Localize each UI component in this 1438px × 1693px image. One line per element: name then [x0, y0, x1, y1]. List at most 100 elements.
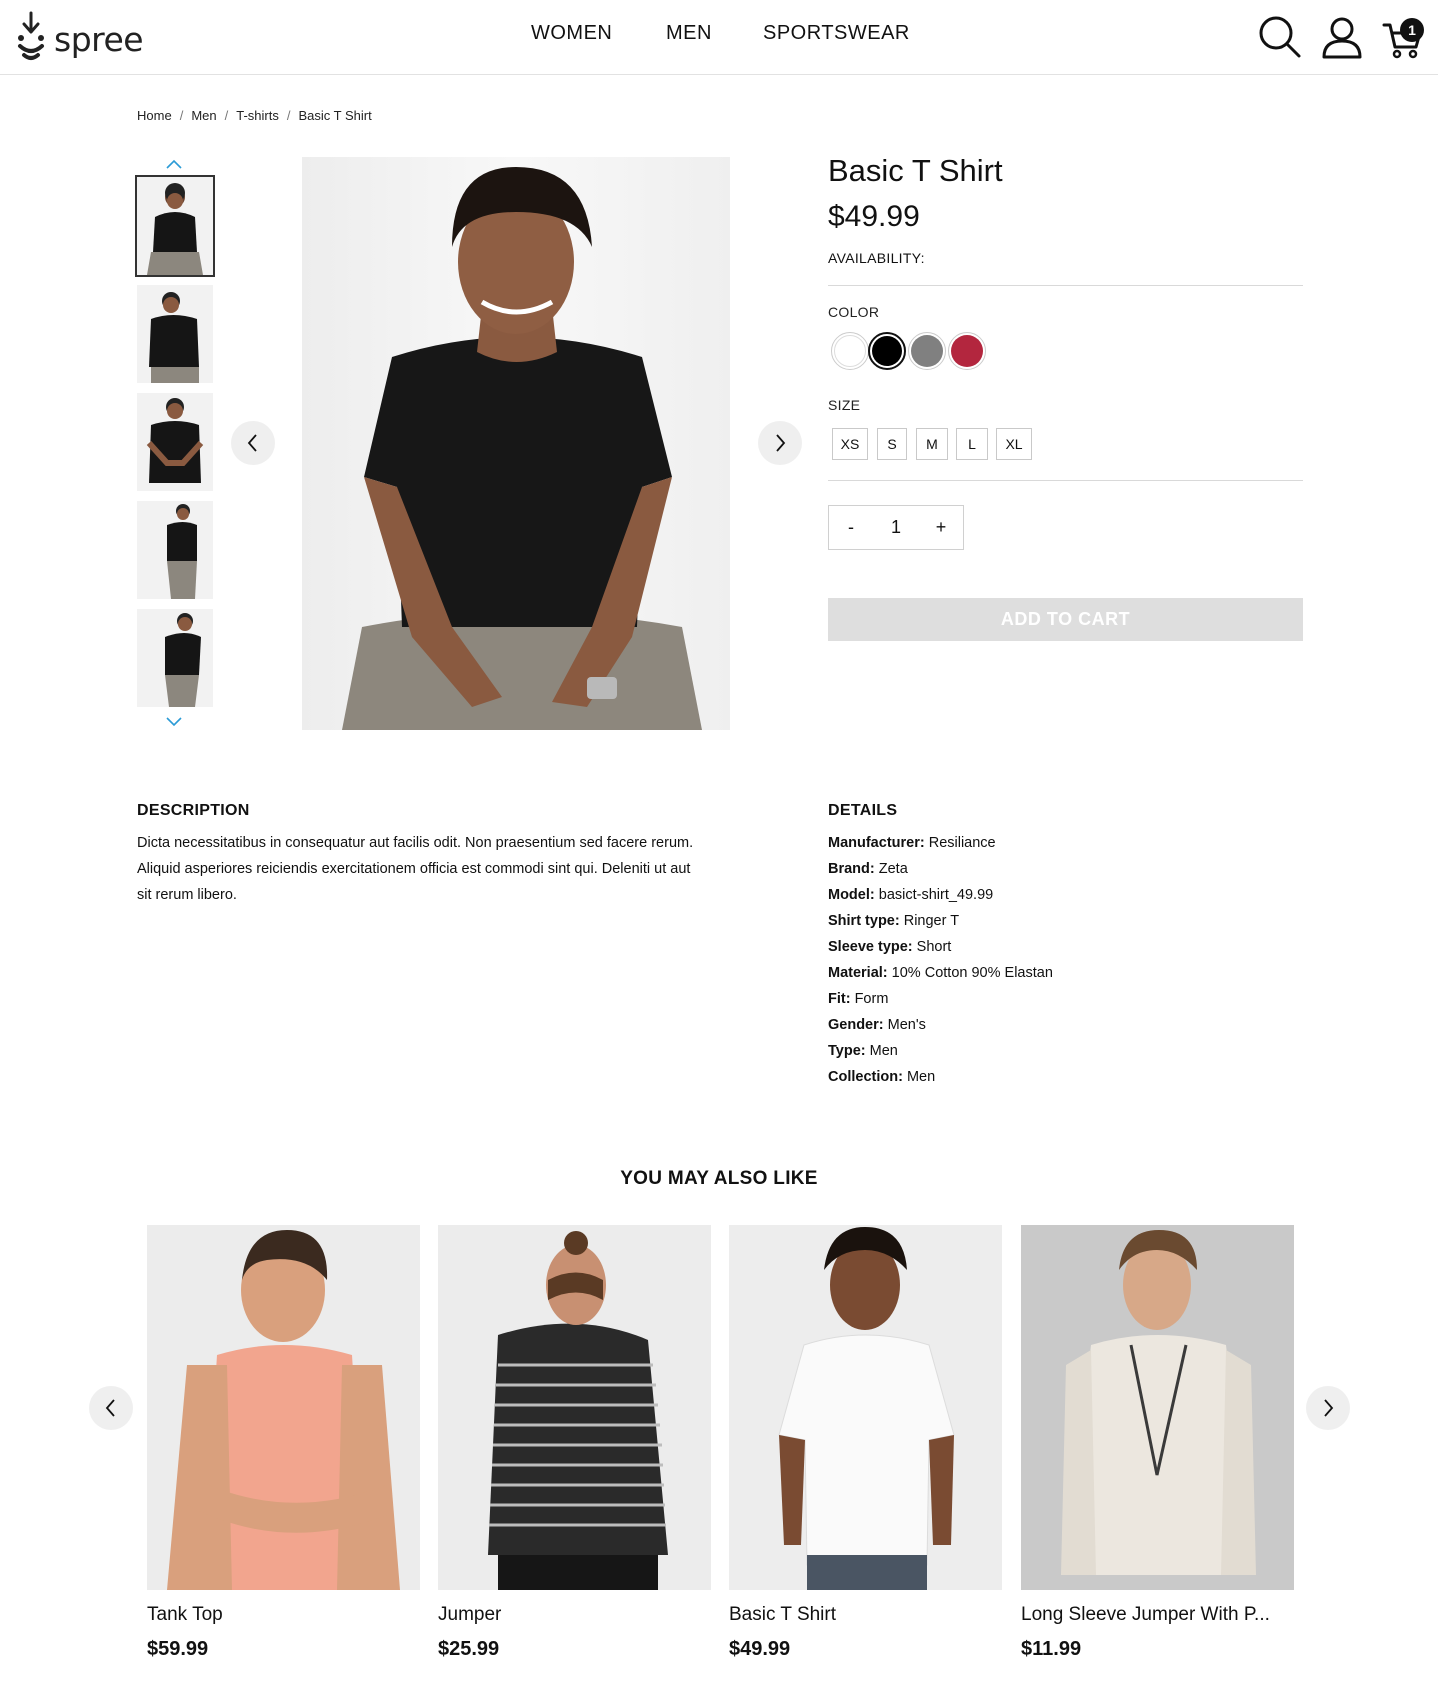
detail-value: 10% Cotton 90% Elastan	[891, 965, 1053, 981]
product-card-photo	[729, 1225, 1002, 1590]
product-card-long-sleeve-jumper[interactable]: Long Sleeve Jumper With P... $11.99	[1021, 1225, 1294, 1661]
carousel-prev-button[interactable]	[89, 1386, 133, 1430]
breadcrumb-tshirts[interactable]: T-shirts	[236, 108, 279, 123]
detail-row-gender: Gender: Men's	[828, 1012, 1053, 1038]
thumbnail-5[interactable]	[137, 609, 213, 707]
breadcrumb-current: Basic T Shirt	[298, 108, 372, 123]
product-card-basic-t-shirt[interactable]: Basic T Shirt $49.99	[729, 1225, 1002, 1661]
nav-men[interactable]: MEN	[666, 22, 726, 45]
product-card-jumper[interactable]: Jumper $25.99	[438, 1225, 711, 1661]
product-card-name: Basic T Shirt	[729, 1604, 837, 1625]
detail-row-collection: Collection: Men	[828, 1064, 1053, 1090]
description-heading: DESCRIPTION	[137, 802, 250, 819]
detail-value: Form	[854, 991, 889, 1007]
color-swatch-white[interactable]	[834, 335, 866, 367]
quantity-increase-button[interactable]: +	[919, 506, 963, 549]
detail-label: Fit:	[828, 991, 851, 1007]
product-price: $49.99	[828, 200, 920, 233]
product-card-name: Long Sleeve Jumper With P...	[1021, 1604, 1270, 1625]
product-card-image	[438, 1225, 711, 1590]
product-thumbnail-image	[137, 285, 213, 383]
detail-value: Short	[916, 939, 952, 955]
detail-row-sleeve-type: Sleeve type: Short	[828, 934, 1053, 960]
detail-label: Sleeve type:	[828, 939, 913, 955]
thumbnail-4[interactable]	[137, 501, 213, 599]
nav-women[interactable]: WOMEN	[531, 22, 631, 45]
detail-value: Resiliance	[928, 835, 996, 851]
detail-row-brand: Brand: Zeta	[828, 856, 1053, 882]
search-icon[interactable]	[1258, 15, 1302, 59]
image-prev-button[interactable]	[231, 421, 275, 465]
product-card-tank-top[interactable]: Tank Top $59.99	[147, 1225, 420, 1661]
product-card-image	[729, 1225, 1002, 1590]
thumbs-down-arrow-icon[interactable]	[164, 715, 184, 729]
product-card-photo	[438, 1225, 711, 1590]
details-heading: DETAILS	[828, 802, 898, 819]
breadcrumb-home[interactable]: Home	[137, 108, 172, 123]
chevron-right-icon	[776, 434, 786, 452]
product-thumbnail-image	[137, 177, 213, 275]
description-text: Dicta necessitatibus in consequatur aut …	[137, 835, 694, 903]
nav-sportswear[interactable]: SPORTSWEAR	[763, 22, 923, 45]
product-card-price: $49.99	[729, 1638, 791, 1660]
thumbnail-1[interactable]	[135, 175, 215, 277]
detail-value: Men	[906, 1069, 936, 1085]
carousel-next-button[interactable]	[1306, 1386, 1350, 1430]
detail-row-type: Type: Men	[828, 1038, 1053, 1064]
product-thumbnail-image	[137, 393, 213, 491]
thumbnail-2[interactable]	[137, 285, 213, 383]
detail-row-manufacturer: Manufacturer: Resiliance	[828, 830, 1053, 856]
detail-label: Gender:	[828, 1017, 884, 1033]
product-thumbnail-image	[137, 609, 213, 707]
size-option-xl[interactable]: XL	[996, 428, 1032, 460]
quantity-decrease-button[interactable]: -	[829, 506, 873, 549]
detail-row-fit: Fit: Form	[828, 986, 1053, 1012]
chevron-right-icon	[1324, 1399, 1334, 1417]
breadcrumb-men[interactable]: Men	[191, 108, 216, 123]
size-option-xs[interactable]: XS	[832, 428, 868, 460]
account-icon[interactable]	[1320, 15, 1364, 59]
logo-text: spree	[54, 19, 144, 59]
divider	[828, 285, 1303, 286]
color-swatch-red[interactable]	[951, 335, 983, 367]
detail-value: basict-shirt_49.99	[878, 887, 994, 903]
size-option-m[interactable]: M	[916, 428, 948, 460]
detail-row-material: Material: 10% Cotton 90% Elastan	[828, 960, 1053, 986]
detail-row-shirt-type: Shirt type: Ringer T	[828, 908, 1053, 934]
size-option-l[interactable]: L	[956, 428, 988, 460]
product-thumbnail-image	[137, 501, 213, 599]
product-title: Basic T Shirt	[828, 153, 1003, 188]
chevron-left-icon	[105, 1399, 115, 1417]
detail-label: Brand:	[828, 861, 875, 877]
cart-count-badge: 1	[1400, 18, 1424, 42]
thumbs-up-arrow-icon[interactable]	[164, 157, 184, 171]
quantity-stepper: - 1 +	[828, 505, 964, 550]
quantity-value[interactable]: 1	[873, 517, 919, 538]
product-card-name: Jumper	[438, 1604, 502, 1625]
detail-label: Shirt type:	[828, 913, 900, 929]
breadcrumb-separator: /	[224, 108, 229, 123]
product-card-photo	[1021, 1225, 1294, 1590]
image-next-button[interactable]	[758, 421, 802, 465]
add-to-cart-button[interactable]: ADD TO CART	[828, 598, 1303, 641]
thumbnail-3[interactable]	[137, 393, 213, 491]
product-card-image	[1021, 1225, 1294, 1590]
availability-label: AVAILABILITY:	[828, 250, 925, 266]
detail-label: Model:	[828, 887, 875, 903]
color-swatch-gray[interactable]	[911, 335, 943, 367]
related-heading: YOU MAY ALSO LIKE	[620, 1168, 818, 1189]
detail-label: Collection:	[828, 1069, 903, 1085]
spree-logo-icon	[18, 11, 44, 60]
breadcrumb-separator: /	[179, 108, 184, 123]
product-main-image[interactable]	[302, 157, 730, 730]
size-option-s[interactable]: S	[877, 428, 907, 460]
detail-label: Manufacturer:	[828, 835, 925, 851]
detail-value: Men's	[887, 1017, 926, 1033]
product-photo	[302, 157, 730, 730]
detail-row-model: Model: basict-shirt_49.99	[828, 882, 1053, 908]
product-card-price: $11.99	[1021, 1638, 1082, 1660]
chevron-left-icon	[247, 434, 257, 452]
detail-value: Zeta	[878, 861, 908, 877]
color-swatch-black[interactable]	[872, 336, 902, 366]
spree-logo[interactable]: spree	[16, 10, 144, 64]
